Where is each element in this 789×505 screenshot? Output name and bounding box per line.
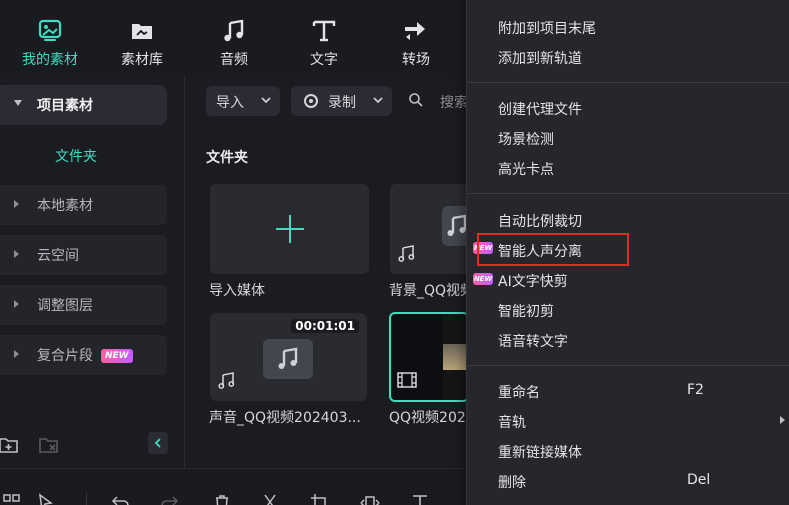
new-folder-icon[interactable]: [0, 434, 20, 456]
sidebar-item-label-text: 复合片段: [37, 348, 93, 364]
delete-shortcut: Del: [687, 472, 711, 488]
chevron-left-icon: [154, 438, 161, 448]
record-dropdown[interactable]: 录制: [291, 86, 392, 116]
tab-audio-label: 音频: [220, 52, 248, 68]
media-card-caption: 声音_QQ视频202403...: [209, 410, 361, 426]
menu-item-relink-media[interactable]: 重新链接媒体: [498, 442, 582, 462]
rename-shortcut: F2: [687, 382, 704, 398]
new-badge: NEW: [473, 273, 493, 285]
chevron-down-icon: [261, 97, 271, 104]
search-placeholder: 搜索: [440, 95, 468, 111]
sidebar-item-label: 复合片段 NEW: [37, 345, 133, 365]
menu-item-delete[interactable]: 删除: [498, 472, 526, 492]
import-dropdown[interactable]: 导入: [206, 86, 280, 116]
menu-separator: [467, 82, 789, 83]
sidebar-item-local-media[interactable]: 本地素材: [0, 185, 167, 225]
split-icon[interactable]: [260, 493, 280, 505]
collapse-sidebar-button[interactable]: [148, 432, 168, 454]
caret-right-icon: [14, 350, 19, 358]
tab-text[interactable]: 文字: [279, 14, 369, 70]
chevron-down-icon: [373, 97, 383, 104]
menu-item-highlight-beat[interactable]: 高光卡点: [498, 159, 554, 179]
sidebar-project-media[interactable]: 项目素材: [0, 85, 167, 125]
stock-media-icon: [132, 24, 152, 39]
toolbar-divider: [86, 493, 87, 505]
menu-item-audio-track[interactable]: 音轨: [498, 412, 526, 432]
sidebar-folder[interactable]: 文件夹: [55, 146, 97, 166]
undo-icon[interactable]: [110, 493, 130, 505]
my-media-icon: [38, 19, 62, 41]
folder-section-title: 文件夹: [206, 150, 248, 166]
text-icon: [312, 20, 336, 42]
sidebar-item-label: 云空间: [37, 248, 79, 264]
audio-type-icon: [218, 372, 235, 389]
tab-my-media-label: 我的素材: [22, 52, 78, 68]
import-label: 导入: [216, 95, 244, 111]
menu-item-rename[interactable]: 重命名: [498, 382, 540, 402]
menu-item-create-proxy[interactable]: 创建代理文件: [498, 99, 582, 119]
sidebar-item-label: 调整图层: [37, 298, 93, 314]
sidebar-project-label: 项目素材: [37, 98, 93, 114]
audio-thumbnail: [263, 339, 313, 379]
caret-down-icon: [14, 100, 22, 106]
duration-badge: 00:01:01: [291, 319, 359, 333]
highlight-annotation-box: [477, 233, 629, 266]
menu-item-auto-reframe[interactable]: 自动比例裁切: [498, 211, 582, 231]
sidebar-bottom-actions: [0, 430, 185, 460]
new-badge: NEW: [101, 349, 133, 363]
menu-item-scene-detect[interactable]: 场景检测: [498, 129, 554, 149]
menu-separator: [467, 365, 789, 366]
sidebar-item-cloud[interactable]: 云空间: [0, 235, 167, 275]
menu-item-add-to-new-track[interactable]: 添加到新轨道: [498, 48, 582, 68]
tab-text-label: 文字: [310, 52, 338, 68]
menu-item-ai-text-edit[interactable]: AI文字快剪: [498, 271, 568, 291]
transition-icon: [405, 22, 425, 40]
record-icon: [304, 94, 318, 108]
submenu-arrow-icon: [780, 416, 785, 424]
caret-right-icon: [14, 200, 19, 208]
search-input[interactable]: 搜索: [408, 90, 468, 114]
text-tool-icon[interactable]: [410, 493, 430, 505]
menu-item-append-to-end[interactable]: 附加到项目末尾: [498, 18, 596, 38]
plus-icon: [276, 215, 304, 243]
music-note-icon: [447, 214, 467, 236]
media-card-video[interactable]: [389, 312, 469, 402]
redo-icon[interactable]: [160, 493, 180, 505]
record-label: 录制: [328, 95, 356, 111]
audio-type-icon: [398, 245, 415, 262]
caret-right-icon: [14, 250, 19, 258]
tab-my-media[interactable]: 我的素材: [5, 14, 95, 70]
select-pointer-icon[interactable]: [36, 493, 56, 505]
music-note-icon: [278, 347, 298, 369]
music-note-icon: [224, 19, 244, 42]
media-card-sound[interactable]: 00:01:01: [210, 313, 367, 401]
import-media-card[interactable]: [210, 184, 369, 274]
sidebar-item-compound-clip[interactable]: 复合片段 NEW: [0, 335, 167, 375]
caret-right-icon: [14, 300, 19, 308]
video-type-icon: [397, 372, 417, 388]
import-media-caption: 导入媒体: [209, 283, 265, 299]
media-card-caption: 背景_QQ视频: [389, 283, 467, 299]
menu-item-speech-to-text[interactable]: 语音转文字: [498, 331, 568, 351]
menu-item-smart-rough-cut[interactable]: 智能初剪: [498, 301, 554, 321]
media-card-caption: QQ视频202: [389, 410, 466, 426]
tab-transition[interactable]: 转场: [371, 14, 461, 70]
menu-separator: [467, 193, 789, 194]
tab-audio[interactable]: 音频: [189, 14, 279, 70]
search-icon: [409, 93, 423, 107]
resize-icon[interactable]: [360, 493, 380, 505]
tab-stock-media[interactable]: 素材库: [97, 14, 187, 70]
grid-icon[interactable]: [2, 493, 22, 505]
crop-icon[interactable]: [310, 493, 330, 505]
tab-stock-media-label: 素材库: [121, 52, 163, 68]
context-menu: 附加到项目末尾 添加到新轨道 创建代理文件 场景检测 高光卡点 自动比例裁切 N…: [466, 0, 789, 505]
media-sidebar: 项目素材 文件夹 本地素材 云空间 调整图层 复合片段 NEW: [0, 76, 185, 468]
sidebar-item-adjustment-layer[interactable]: 调整图层: [0, 285, 167, 325]
delete-icon[interactable]: [212, 493, 232, 505]
tab-transition-label: 转场: [402, 52, 430, 68]
sidebar-item-label: 本地素材: [37, 198, 93, 214]
delete-folder-icon[interactable]: [38, 434, 60, 456]
